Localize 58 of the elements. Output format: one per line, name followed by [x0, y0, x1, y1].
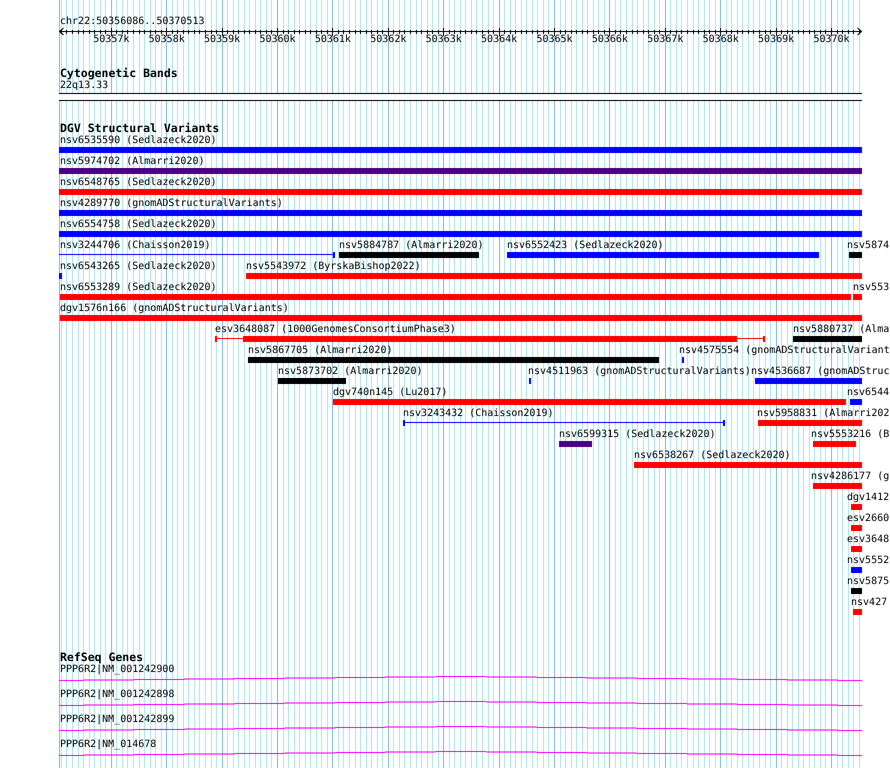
ruler-tick-label: 50358k — [148, 34, 185, 45]
variant-label: nsv6538267 (Sedlazeck2020) — [634, 450, 791, 461]
ruler-tick-label: 50362k — [370, 34, 406, 45]
variant-label: nsv6535590 (Sedlazeck2020) — [60, 135, 217, 146]
cytoband-label: 22q13.33 — [60, 80, 108, 91]
ruler-tick-label: 50364k — [481, 34, 518, 45]
variant-label: nsv4289770 (gnomADStructuralVariants) — [60, 198, 283, 209]
variant-label: nsv4286177 (g — [811, 471, 890, 482]
ruler-tick-label: 50368k — [702, 34, 739, 45]
ruler-tick-label: 50365k — [536, 34, 573, 45]
ruler-tick-label: 50370k — [813, 34, 850, 45]
variant-label: nsv5543972 (ByrskaBishop2022) — [246, 261, 421, 272]
track-title: Cytogenetic Bands — [60, 67, 178, 80]
transcript-label: PPP6R2|NM_001242900 — [60, 664, 174, 675]
ruler-tick-label: 50361k — [314, 34, 351, 45]
variant-label: nsv4536687 (gnomADStruc — [751, 366, 890, 377]
variant-label: nsv4575554 (gnomADStructuralVariant — [679, 345, 890, 356]
transcript-label: PPP6R2|NM_014678 — [60, 739, 156, 750]
ruler-tick-label: 50366k — [592, 34, 628, 45]
ruler-tick-label: 50359k — [204, 34, 240, 45]
variant-label: esv2660 — [847, 513, 890, 524]
transcript-label: PPP6R2|NM_001242899 — [60, 714, 174, 725]
variant-label: nsv5958831 (Almarri202 — [757, 408, 890, 419]
track-title: RefSeq Genes — [60, 651, 144, 664]
variant-label: nsv6543265 (Sedlazeck2020) — [60, 261, 217, 272]
variant-label: nsv5873702 (Almarri2020) — [278, 366, 422, 377]
ruler-tick-label: 50363k — [426, 34, 462, 45]
variant-label: dgv740n145 (Lu2017) — [333, 387, 448, 398]
ruler-tick-label: 50360k — [259, 34, 296, 45]
variant-label: nsv5884787 (Almarri2020) — [339, 240, 484, 251]
variant-label: nsv5974702 (Almarri2020) — [60, 156, 204, 167]
variant-label: nsv427 — [851, 597, 888, 608]
variant-label: esv3648 — [847, 534, 890, 545]
variant-label: nsv5867705 (Almarri2020) — [248, 345, 392, 356]
ruler-tick-label: 50367k — [647, 34, 684, 45]
ruler-tick-label: 50357k — [93, 34, 130, 45]
variant-label: nsv553 — [853, 282, 890, 293]
variant-label: nsv4511963 (gnomADStructuralVariants) — [528, 366, 751, 377]
variant-label: nsv6553289 (Sedlazeck2020) — [60, 282, 217, 293]
variant-label: nsv5874 — [847, 240, 890, 251]
variant-label: nsv5875 — [847, 576, 890, 587]
variant-label: nsv5880737 (Alma — [793, 324, 890, 335]
variant-label: nsv5553216 (B — [811, 429, 890, 440]
variant-label: esv3648087 (1000GenomesConsortiumPhase3) — [215, 324, 456, 335]
variant-label: nsv6554758 (Sedlazeck2020) — [60, 219, 217, 230]
variant-label: dgv1576n166 (gnomADStructuralVariants) — [60, 303, 289, 314]
variant-label: nsv6544 — [847, 387, 890, 398]
variant-label: nsv6599315 (Sedlazeck2020) — [559, 429, 716, 440]
variant-label: nsv5552 — [847, 555, 890, 566]
track-title: DGV Structural Variants — [60, 122, 220, 135]
variant-label: nsv6552423 (Sedlazeck2020) — [507, 240, 664, 251]
transcript-label: PPP6R2|NM_001242898 — [60, 689, 174, 700]
variant-label: dgv1412 — [847, 492, 890, 503]
variant-label: nsv3244706 (Chaisson2019) — [60, 240, 211, 251]
variant-label: nsv6548765 (Sedlazeck2020) — [60, 177, 217, 188]
region-label: chr22:50356086..50370513 — [60, 16, 204, 27]
variant-label: nsv3243432 (Chaisson2019) — [403, 408, 554, 419]
ruler-tick-label: 50369k — [758, 34, 794, 45]
